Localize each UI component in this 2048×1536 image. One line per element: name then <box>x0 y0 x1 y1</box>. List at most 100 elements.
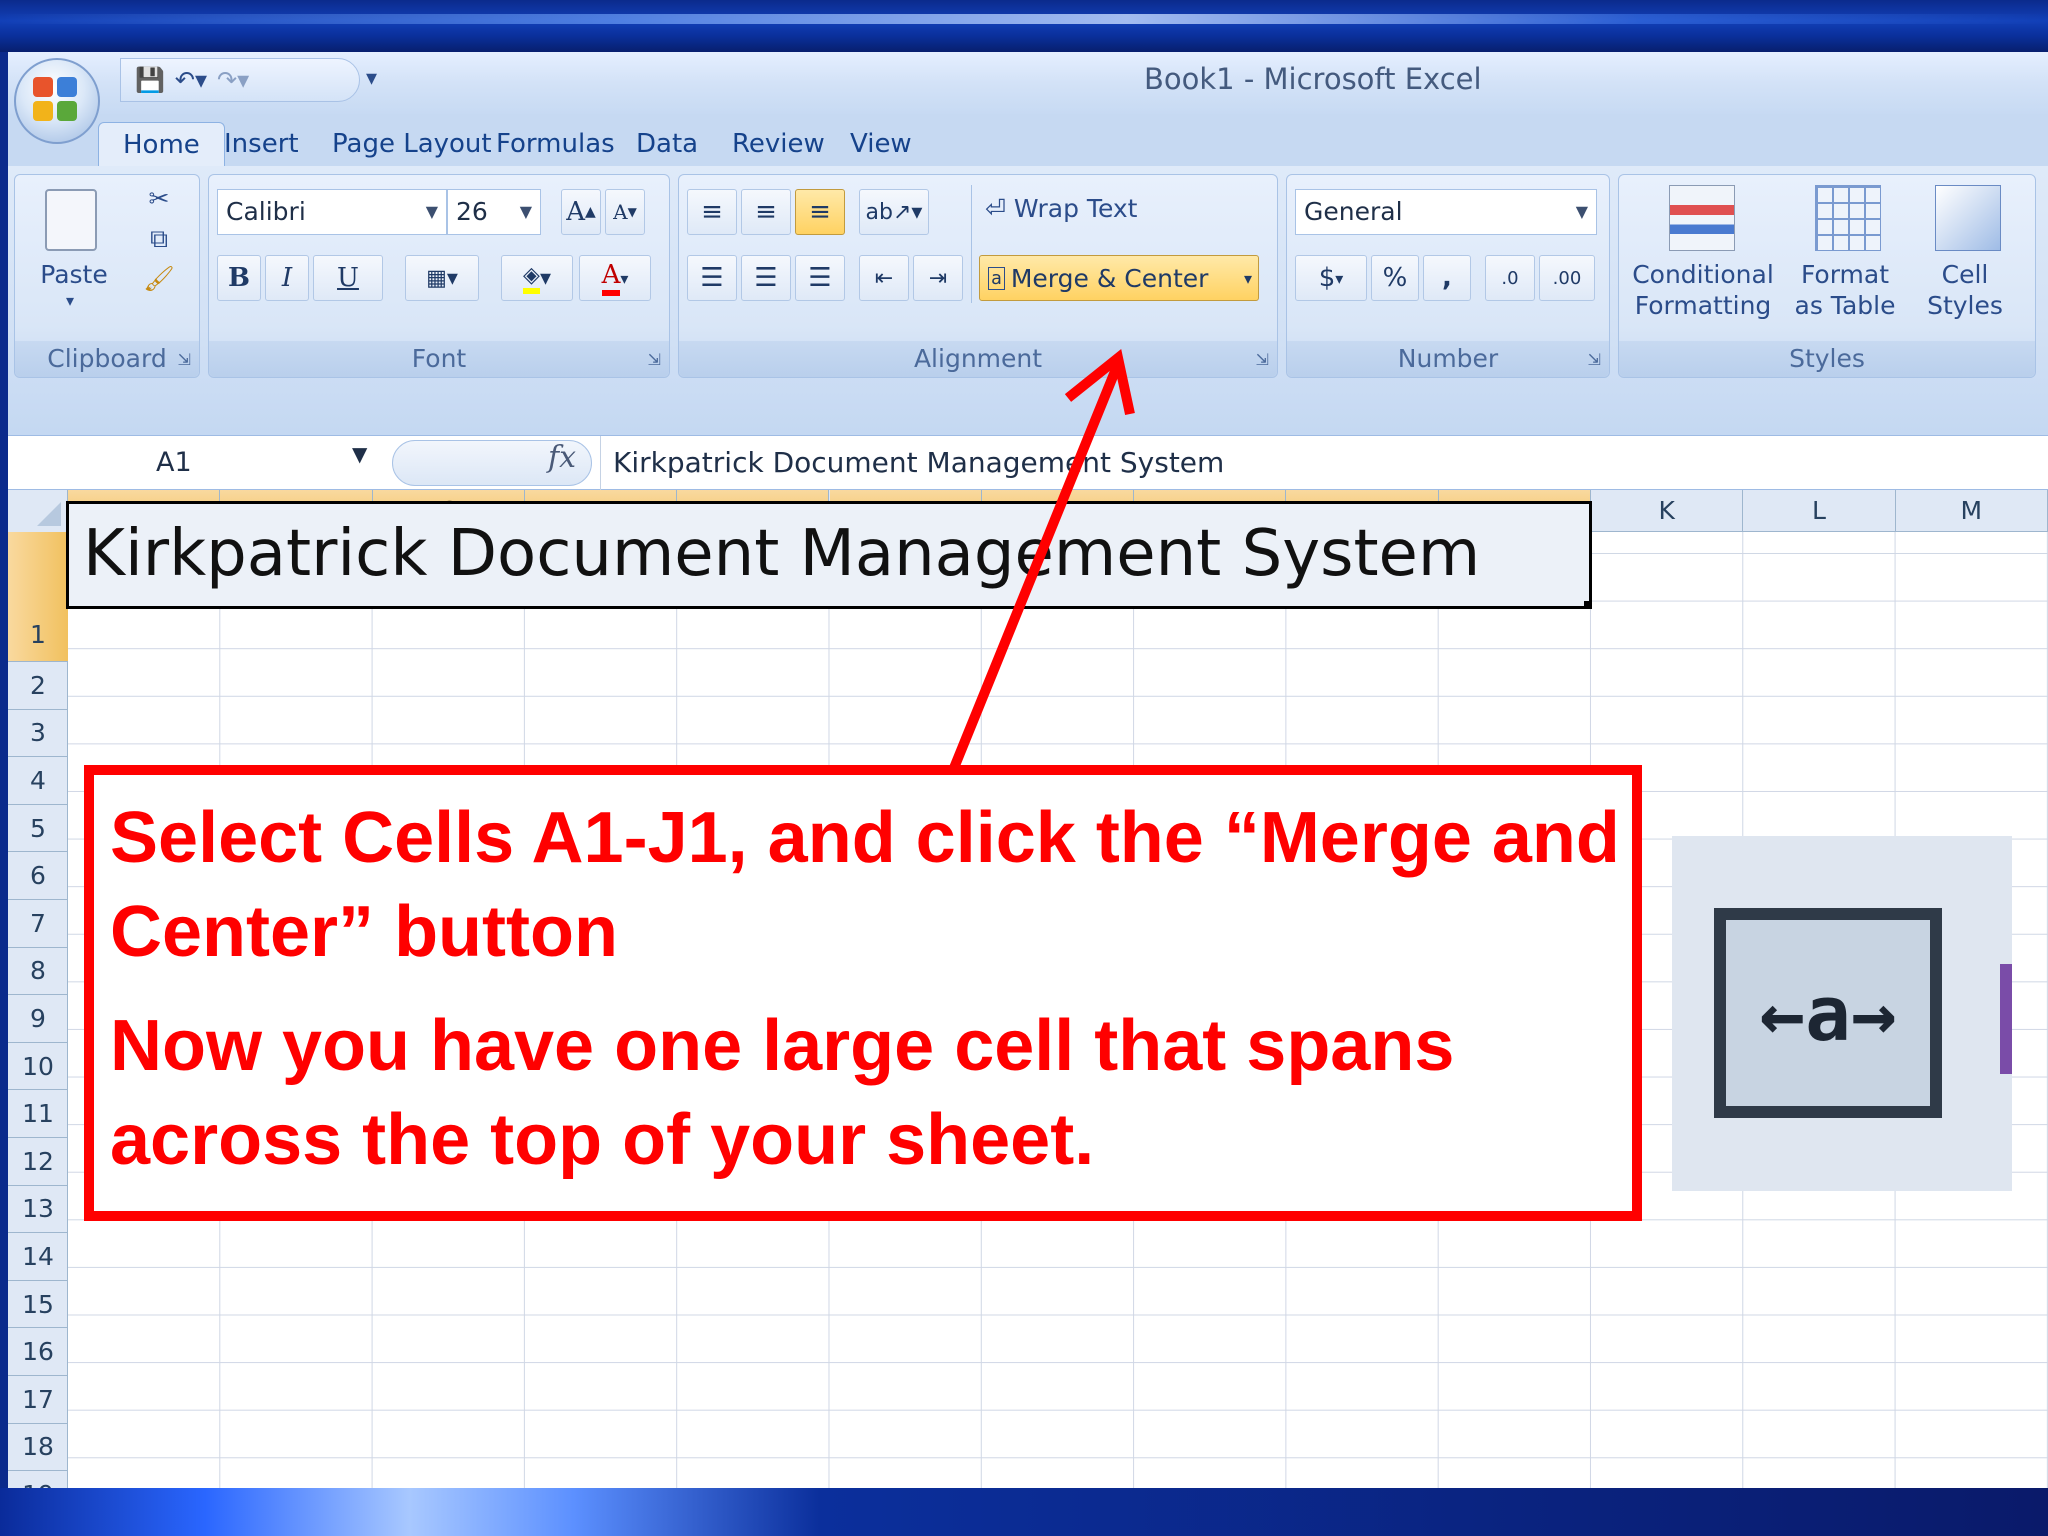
save-icon[interactable]: 💾 <box>135 66 165 94</box>
decrease-decimal-button[interactable]: .00 <box>1539 255 1595 301</box>
formula-input[interactable]: Kirkpatrick Document Management System <box>600 436 2048 490</box>
undo-icon[interactable]: ↶▾ <box>175 66 207 94</box>
row-header-3[interactable]: 3 <box>8 710 68 758</box>
font-size-select[interactable]: 26 ▼ <box>447 189 541 235</box>
decrease-indent-icon[interactable]: ⇤ <box>859 255 909 301</box>
currency-button[interactable]: $ ▾ <box>1295 255 1367 301</box>
select-all-button[interactable] <box>8 490 68 532</box>
row-header-1[interactable]: 1 <box>8 532 68 662</box>
row-header-16[interactable]: 16 <box>8 1328 68 1376</box>
shrink-font-button[interactable]: A ▼ <box>605 189 645 235</box>
bold-button[interactable]: B <box>217 255 261 301</box>
increase-decimal-button[interactable]: .0 <box>1485 255 1535 301</box>
row-header-18[interactable]: 18 <box>8 1424 68 1472</box>
format-painter-icon[interactable]: 🖌 <box>141 263 177 294</box>
number-group-label: Number <box>1287 341 1609 377</box>
row-header-12[interactable]: 12 <box>8 1138 68 1186</box>
row-header-15[interactable]: 15 <box>8 1281 68 1329</box>
paste-dropdown-icon[interactable]: ▾ <box>55 285 85 316</box>
row-header-17[interactable]: 17 <box>8 1376 68 1424</box>
styles-group-label: Styles <box>1619 341 2035 377</box>
tab-data[interactable]: Data <box>612 122 722 166</box>
column-header-m[interactable]: M <box>1896 490 2048 532</box>
row-header-4[interactable]: 4 <box>8 757 68 805</box>
conditional-formatting-icon[interactable] <box>1669 185 1735 251</box>
middle-align-icon[interactable]: ≡ <box>741 189 791 235</box>
wrap-text-label: Wrap Text <box>1013 194 1138 223</box>
clipboard-launcher-icon[interactable]: ⇲ <box>178 350 191 369</box>
merged-cell-a1-j1[interactable]: Kirkpatrick Document Management System <box>66 501 1592 609</box>
grow-font-button[interactable]: A ▲ <box>561 189 601 235</box>
font-name-select[interactable]: Calibri ▼ <box>217 189 447 235</box>
row-header-2[interactable]: 2 <box>8 662 68 710</box>
row-header-14[interactable]: 14 <box>8 1233 68 1281</box>
clipboard-group: Paste ▾ ✂ ⧉ 🖌 Clipboard ⇲ <box>14 174 200 378</box>
orientation-icon[interactable]: ab↗▾ <box>859 189 929 235</box>
merge-center-button[interactable]: a Merge & Center ▾ <box>979 255 1259 301</box>
underline-button[interactable]: U <box>313 255 383 301</box>
row-header-10[interactable]: 10 <box>8 1043 68 1091</box>
number-launcher-icon[interactable]: ⇲ <box>1588 350 1601 369</box>
background-top-band <box>0 0 2048 52</box>
top-align-icon[interactable]: ≡ <box>687 189 737 235</box>
borders-button[interactable]: ▦▾ <box>405 255 479 301</box>
row-header-13[interactable]: 13 <box>8 1186 68 1234</box>
row-header-7[interactable]: 7 <box>8 900 68 948</box>
percent-button[interactable]: % <box>1371 255 1419 301</box>
increase-indent-icon[interactable]: ⇥ <box>913 255 963 301</box>
number-format-value: General <box>1304 197 1403 226</box>
row-header-5[interactable]: 5 <box>8 805 68 853</box>
wrap-text-button[interactable]: ⏎ Wrap Text <box>985 193 1175 224</box>
redo-icon[interactable]: ↷▾ <box>217 66 249 94</box>
format-as-table-icon[interactable] <box>1815 185 1881 251</box>
column-header-l[interactable]: L <box>1743 490 1896 532</box>
cell-styles-icon[interactable] <box>1935 185 2001 251</box>
alignment-divider <box>971 185 972 303</box>
row-header-6[interactable]: 6 <box>8 852 68 900</box>
alignment-launcher-icon[interactable]: ⇲ <box>1256 350 1269 369</box>
name-box[interactable]: A1 <box>12 440 382 486</box>
conditional-formatting-button[interactable]: Conditional Formatting <box>1623 259 1783 321</box>
paste-icon[interactable] <box>45 189 97 251</box>
tab-insert[interactable]: Insert <box>200 122 323 166</box>
chevron-down-icon[interactable]: ▾ <box>1244 269 1252 288</box>
conditional-formatting-line2: Formatting <box>1634 291 1772 320</box>
bottom-align-icon[interactable]: ≡ <box>795 189 845 235</box>
fill-color-button[interactable]: ◈ ▾ <box>501 255 573 301</box>
customize-qat-icon[interactable]: ▾ <box>366 66 377 91</box>
ribbon-tabs: Home Insert Page Layout Formulas Data Re… <box>8 114 2048 166</box>
cut-icon[interactable]: ✂ <box>141 183 177 214</box>
chevron-down-icon[interactable]: ▼ <box>352 442 367 466</box>
number-group: General ▼ $ ▾ % , .0 .00 Number ⇲ <box>1286 174 1610 378</box>
column-header-k[interactable]: K <box>1591 490 1744 532</box>
row-header-11[interactable]: 11 <box>8 1090 68 1138</box>
merge-center-letter: a <box>1805 968 1851 1058</box>
ribbon: Paste ▾ ✂ ⧉ 🖌 Clipboard ⇲ Calibri ▼ 26 ▼ A… <box>8 166 2048 436</box>
copy-icon[interactable]: ⧉ <box>141 223 177 254</box>
office-logo-icon <box>33 77 81 125</box>
fx-icon[interactable]: fx <box>548 440 576 475</box>
window-title: Book1 - Microsoft Excel <box>1144 62 1482 96</box>
number-format-select[interactable]: General ▼ <box>1295 189 1597 235</box>
fill-handle[interactable] <box>1584 601 1589 606</box>
row-header-19[interactable]: 19 <box>8 1471 68 1488</box>
cell-styles-button[interactable]: Cell Styles <box>1915 259 2015 321</box>
merge-center-icon-zoom: ← a → <box>1714 908 1942 1118</box>
italic-button[interactable]: I <box>265 255 309 301</box>
merge-center-glyph: ← a → <box>1726 920 1930 1106</box>
align-right-icon[interactable]: ☰ <box>795 255 845 301</box>
merge-center-label: Merge & Center <box>1010 263 1209 293</box>
fill-color-icon: ◈ <box>523 263 540 294</box>
merged-cell-text: Kirkpatrick Document Management System <box>83 517 1481 591</box>
font-color-button[interactable]: A ▾ <box>579 255 651 301</box>
styles-label: Styles <box>1789 344 1865 373</box>
font-launcher-icon[interactable]: ⇲ <box>648 350 661 369</box>
align-center-icon[interactable]: ☰ <box>741 255 791 301</box>
row-header-8[interactable]: 8 <box>8 948 68 996</box>
format-as-table-button[interactable]: Format as Table <box>1785 259 1905 321</box>
office-button[interactable] <box>14 58 100 144</box>
align-left-icon[interactable]: ☰ <box>687 255 737 301</box>
tab-view[interactable]: View <box>826 122 936 166</box>
row-header-9[interactable]: 9 <box>8 995 68 1043</box>
comma-button[interactable]: , <box>1423 255 1471 301</box>
